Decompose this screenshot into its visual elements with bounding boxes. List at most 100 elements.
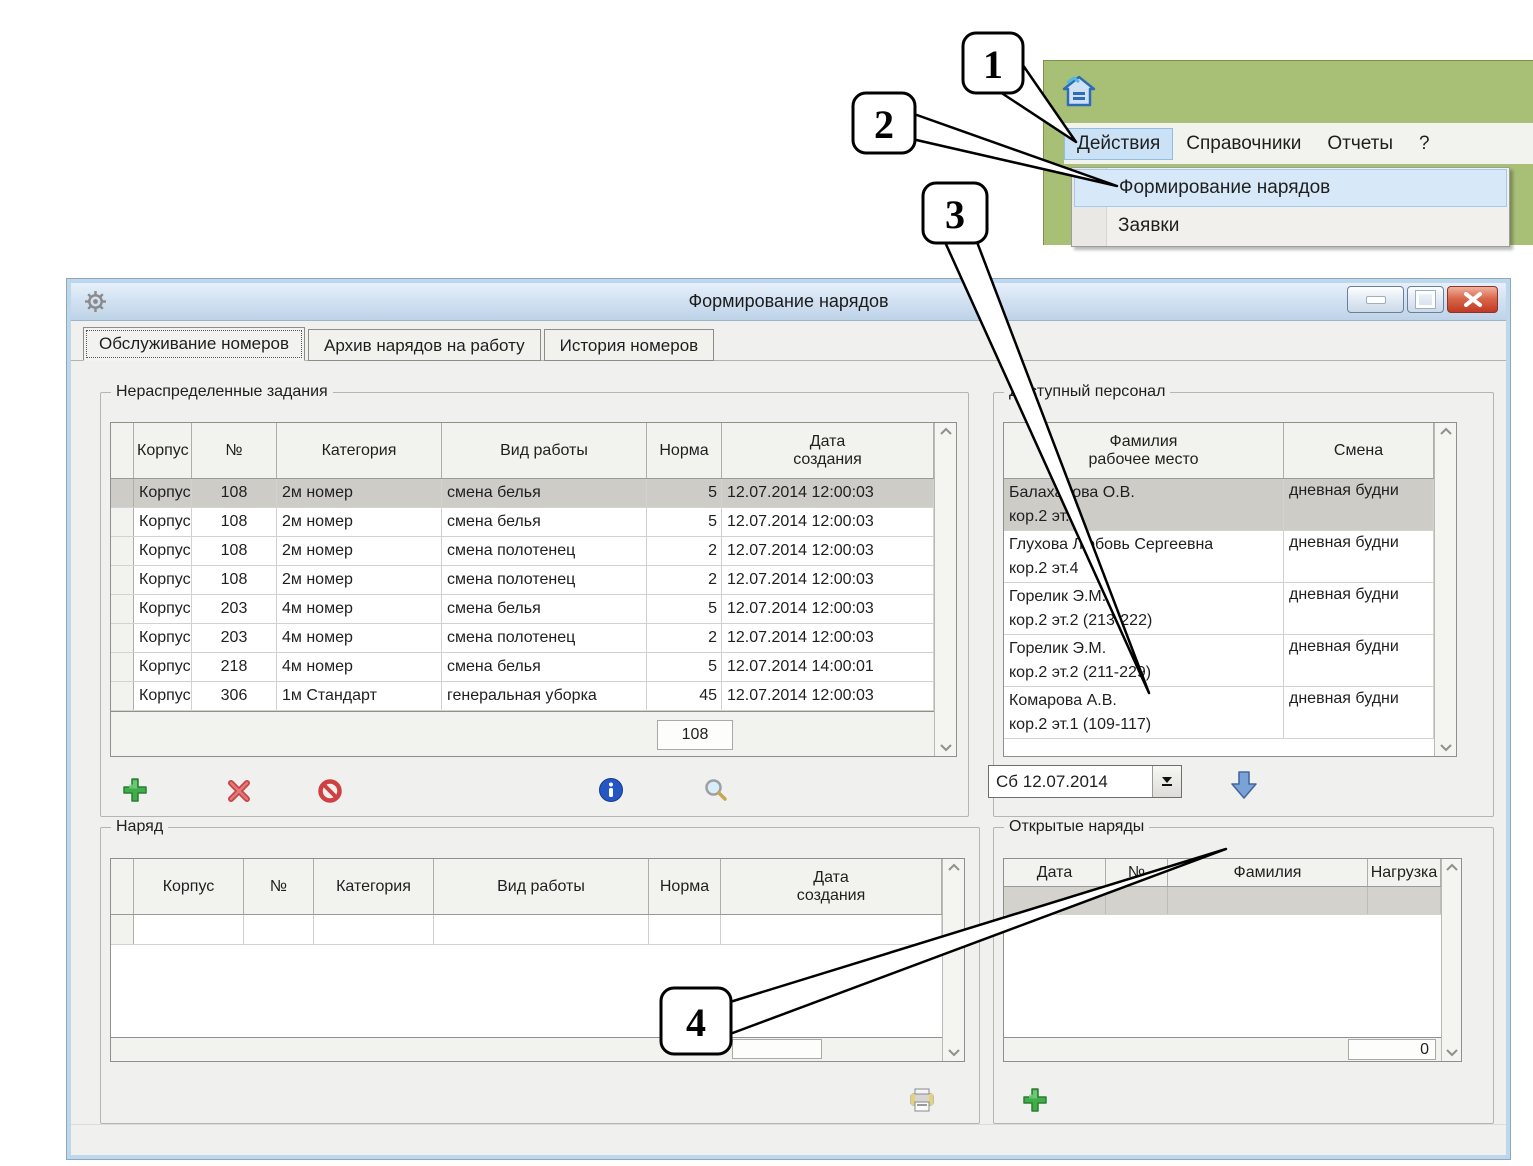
- order-scrollbar[interactable]: [942, 859, 964, 1061]
- scroll-down-icon[interactable]: [940, 744, 952, 752]
- cell-created: 12.07.2014 14:00:01: [722, 653, 934, 681]
- cell-korpus: Корпус: [134, 479, 192, 507]
- open-orders-table-header: Дата № Фамилия Нагрузка: [1004, 859, 1441, 887]
- task-row[interactable]: Корпус2034м номерсмена полотенец212.07.2…: [111, 624, 934, 653]
- cell-shift: дневная будни: [1284, 583, 1434, 634]
- personnel-row[interactable]: Горелик Э.М.кор.2 эт.2 (211-229)дневная …: [1004, 635, 1434, 687]
- tab-room-service[interactable]: Обслуживание номеров: [83, 327, 305, 361]
- cell-number: [1106, 887, 1168, 914]
- print-order-button[interactable]: [909, 1087, 935, 1113]
- menu-item-directories[interactable]: Справочники: [1173, 128, 1314, 160]
- cell-korpus: Корпус: [134, 624, 192, 652]
- task-row[interactable]: Корпус1082м номерсмена белья512.07.2014 …: [111, 479, 934, 508]
- cell-category: 4м номер: [277, 624, 442, 652]
- cell-work: смена белья: [442, 595, 647, 623]
- task-row[interactable]: Корпус1082м номерсмена полотенец212.07.2…: [111, 537, 934, 566]
- maximize-button[interactable]: [1407, 286, 1444, 313]
- scroll-up-icon[interactable]: [1440, 427, 1452, 435]
- cell-number: 203: [192, 624, 277, 652]
- close-button[interactable]: [1447, 286, 1498, 313]
- assign-personnel-button[interactable]: [1230, 770, 1258, 800]
- group-unassigned-tasks-legend: Нераспределенные задания: [111, 383, 333, 401]
- column-header-category[interactable]: Категория: [314, 859, 434, 914]
- task-row[interactable]: Корпус1082м номерсмена полотенец212.07.2…: [111, 566, 934, 595]
- date-combobox[interactable]: Сб 12.07.2014: [988, 765, 1182, 798]
- column-header-name[interactable]: Фамилия: [1168, 859, 1368, 886]
- task-row[interactable]: Корпус3061м Стандартгенеральная уборка45…: [111, 682, 934, 711]
- corner-cell: [111, 423, 134, 478]
- personnel-row[interactable]: Горелик Э.М.кор.2 эт.2 (213-222)дневная …: [1004, 583, 1434, 635]
- tab-room-history[interactable]: История номеров: [544, 329, 715, 361]
- column-header-number[interactable]: №: [192, 423, 277, 478]
- info-icon: [598, 777, 624, 803]
- column-header-work[interactable]: Вид работы: [442, 423, 647, 478]
- parent-app-window: Действия Справочники Отчеты ? Формирован…: [1043, 60, 1533, 245]
- assign-arrow-icon: [1230, 770, 1258, 800]
- order-total-box: [732, 1039, 822, 1059]
- menu-item-reports[interactable]: Отчеты: [1314, 128, 1406, 160]
- column-header-date[interactable]: Дата: [1004, 859, 1106, 886]
- cell-work: смена белья: [442, 508, 647, 536]
- callout-2-box: [853, 93, 915, 153]
- menu-item-actions[interactable]: Действия: [1064, 128, 1173, 160]
- scroll-up-icon[interactable]: [1446, 863, 1458, 871]
- column-header-category[interactable]: Категория: [277, 423, 442, 478]
- scroll-up-icon[interactable]: [948, 863, 960, 871]
- cell-category: 4м номер: [277, 595, 442, 623]
- open-orders-filler: [1004, 915, 1441, 1037]
- person-name: Глухова Любовь Сергеевна: [1009, 533, 1213, 557]
- scroll-up-icon[interactable]: [940, 427, 952, 435]
- add-open-order-button[interactable]: [1022, 1087, 1048, 1113]
- search-task-button[interactable]: [703, 777, 729, 803]
- scroll-down-icon[interactable]: [1440, 744, 1452, 752]
- column-header-shift[interactable]: Смена: [1284, 423, 1434, 478]
- column-header-created[interactable]: Дата создания: [722, 423, 934, 478]
- open-orders-scrollbar[interactable]: [1441, 859, 1461, 1061]
- personnel-table: Фамилия рабочее место Смена Балаханова О…: [1003, 422, 1457, 757]
- scroll-down-icon[interactable]: [1446, 1049, 1458, 1057]
- date-combobox-button[interactable]: [1152, 766, 1181, 797]
- dropdown-icon-bar: [1162, 784, 1172, 786]
- personnel-table-body: Балаханова О.В.кор.2 эт.4дневная будниГл…: [1004, 479, 1434, 739]
- block-task-button[interactable]: [318, 779, 344, 805]
- column-header-norm[interactable]: Норма: [647, 423, 722, 478]
- task-row[interactable]: Корпус2184м номерсмена белья512.07.2014 …: [111, 653, 934, 682]
- column-header-load[interactable]: Нагрузка: [1368, 859, 1441, 886]
- cell-person: Горелик Э.М.кор.2 эт.2 (213-222): [1004, 583, 1284, 634]
- tasks-scrollbar[interactable]: [934, 423, 956, 756]
- personnel-row[interactable]: Глухова Любовь Сергеевнакор.2 эт.4дневна…: [1004, 531, 1434, 583]
- open-orders-empty-row[interactable]: [1004, 887, 1441, 915]
- menu-item-form-orders[interactable]: Формирование нарядов: [1074, 169, 1507, 207]
- cell-norm: 5: [647, 508, 722, 536]
- form-orders-window: Формирование нарядов Обслуживание номеро…: [67, 279, 1510, 1159]
- personnel-scrollbar[interactable]: [1434, 423, 1456, 756]
- column-header-name-workplace[interactable]: Фамилия рабочее место: [1004, 423, 1284, 478]
- task-row[interactable]: Корпус2034м номерсмена белья512.07.2014 …: [111, 595, 934, 624]
- add-task-button[interactable]: [122, 777, 148, 803]
- status-strip-line: [71, 1124, 1506, 1125]
- menu-item-help[interactable]: ?: [1406, 128, 1443, 160]
- column-header-created[interactable]: Дата создания: [721, 859, 942, 914]
- task-info-button[interactable]: [598, 777, 624, 803]
- task-row[interactable]: Корпус1082м номерсмена белья512.07.2014 …: [111, 508, 934, 537]
- tab-order-archive[interactable]: Архив нарядов на работу: [308, 329, 541, 361]
- column-header-number[interactable]: №: [244, 859, 314, 914]
- column-header-korpus[interactable]: Корпус: [134, 859, 244, 914]
- column-header-korpus[interactable]: Корпус: [134, 423, 192, 478]
- order-empty-row[interactable]: [111, 915, 942, 945]
- cell-created: 12.07.2014 12:00:03: [722, 682, 934, 710]
- menu-item-requests[interactable]: Заявки: [1072, 207, 1509, 245]
- personnel-row[interactable]: Балаханова О.В.кор.2 эт.4дневная будни: [1004, 479, 1434, 531]
- row-selector: [111, 537, 134, 565]
- column-header-work[interactable]: Вид работы: [434, 859, 649, 914]
- delete-task-button[interactable]: [227, 779, 253, 805]
- tab-strip: Обслуживание номеров Архив нарядов на ра…: [83, 327, 717, 361]
- column-header-number[interactable]: №: [1106, 859, 1168, 886]
- minimize-button[interactable]: [1347, 286, 1404, 313]
- personnel-row[interactable]: Комарова А.В.кор.2 эт.1 (109-117)дневная…: [1004, 687, 1434, 739]
- person-name: Комарова А.В.: [1009, 689, 1117, 713]
- cell-category: [314, 915, 434, 944]
- print-icon: [909, 1087, 935, 1113]
- scroll-down-icon[interactable]: [948, 1049, 960, 1057]
- column-header-norm[interactable]: Норма: [649, 859, 721, 914]
